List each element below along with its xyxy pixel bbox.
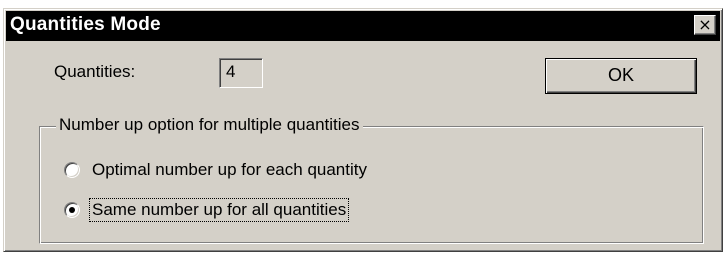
quantities-label: Quantities:	[54, 62, 136, 81]
radio-selected-icon[interactable]	[64, 202, 80, 218]
group-legend: Number up option for multiple quantities	[56, 115, 363, 135]
close-icon: ×	[698, 15, 712, 34]
radio-same-label[interactable]: Same number up for all quantities	[88, 198, 350, 222]
title-bar: Quantities Mode ×	[6, 11, 720, 41]
radio-optimal-number-up[interactable]: Optimal number up for each quantity	[64, 159, 369, 181]
number-up-option-group	[39, 126, 704, 244]
close-button[interactable]: ×	[694, 15, 716, 35]
quantities-field[interactable]: 4	[219, 58, 263, 88]
dialog-title: Quantities Mode	[10, 14, 161, 35]
ok-button[interactable]: OK	[545, 58, 697, 94]
radio-optimal-label[interactable]: Optimal number up for each quantity	[90, 159, 369, 181]
radio-same-number-up[interactable]: Same number up for all quantities	[64, 198, 350, 222]
quantities-mode-dialog: Quantities Mode × Quantities: 4 OK Numbe…	[3, 8, 723, 252]
radio-unselected-icon[interactable]	[64, 162, 80, 178]
